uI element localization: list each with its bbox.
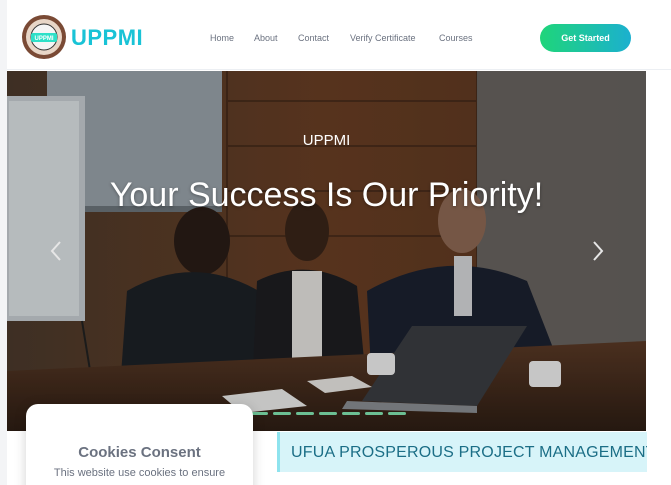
nav-verify-certificate[interactable]: Verify Certificate: [350, 33, 416, 43]
marquee-banner: UFUA PROSPEROUS PROJECT MANAGEMENT: [277, 432, 647, 472]
page: UPPMI UPPMI Home About Contact Verify Ce…: [7, 0, 671, 485]
carousel-dot[interactable]: [388, 412, 406, 415]
hero-headline: Your Success Is Our Priority!: [109, 176, 544, 214]
nav-contact[interactable]: Contact: [298, 33, 329, 43]
hero-background-image: [7, 71, 646, 431]
cookie-consent-card: Cookies Consent This website use cookies…: [26, 404, 253, 485]
hero-carousel: UPPMI Your Success Is Our Priority!: [7, 71, 646, 431]
banner-text: UFUA PROSPEROUS PROJECT MANAGEMENT: [291, 444, 647, 461]
chevron-left-icon[interactable]: [47, 239, 67, 263]
browser-viewport: UPPMI UPPMI Home About Contact Verify Ce…: [0, 0, 671, 485]
logo-text: UPPMI: [34, 36, 53, 42]
carousel-dot[interactable]: [342, 412, 360, 415]
nav-courses[interactable]: Courses: [439, 33, 473, 43]
cookie-consent-text: This website use cookies to ensure: [53, 467, 226, 479]
hero-kicker: UPPMI: [302, 132, 351, 149]
cookie-consent-title: Cookies Consent: [78, 444, 201, 461]
site-header: UPPMI UPPMI Home About Contact Verify Ce…: [7, 0, 671, 70]
nav-home[interactable]: Home: [210, 33, 234, 43]
get-started-button[interactable]: Get Started: [540, 24, 631, 52]
logo-icon[interactable]: UPPMI: [21, 14, 67, 60]
carousel-dot[interactable]: [273, 412, 291, 415]
carousel-dot[interactable]: [365, 412, 383, 415]
nav-about[interactable]: About: [254, 33, 278, 43]
brand-name[interactable]: UPPMI: [71, 25, 143, 51]
carousel-dot[interactable]: [296, 412, 314, 415]
carousel-dot[interactable]: [319, 412, 337, 415]
chevron-right-icon[interactable]: [587, 239, 607, 263]
